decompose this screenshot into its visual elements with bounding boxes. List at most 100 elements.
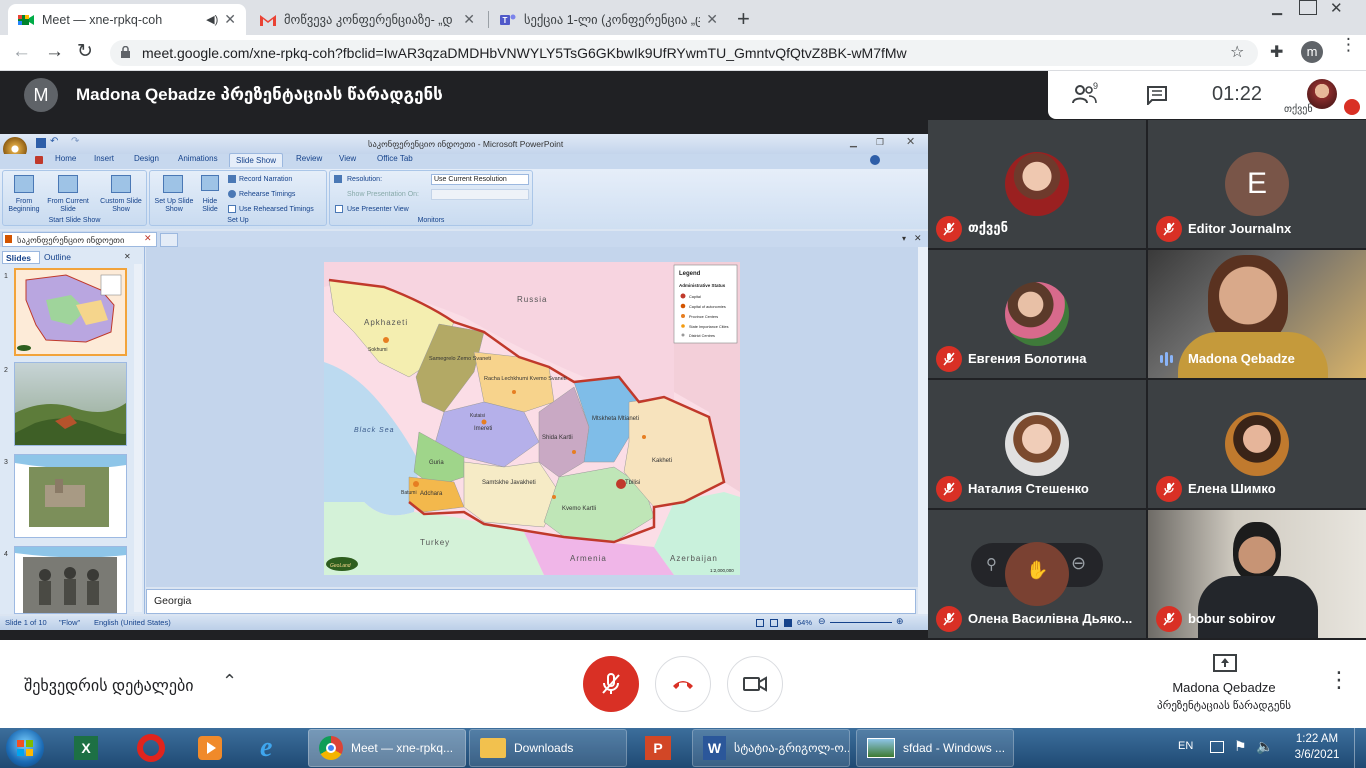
language-indicator[interactable]: EN <box>1178 740 1193 752</box>
close-panel-icon[interactable]: ✕ <box>124 252 131 261</box>
opera-icon[interactable] <box>137 734 165 762</box>
participant-tile[interactable]: თქვენ <box>928 120 1146 248</box>
participant-tile[interactable]: ⚲ ✋ ⊖ Олена Василівна Дьяко... <box>928 510 1146 638</box>
ribbon-tab-office-tab[interactable]: Office Tab <box>377 154 413 163</box>
zoom-slider[interactable] <box>830 622 892 623</box>
notes-pane[interactable]: Georgia <box>146 589 916 614</box>
show-desktop-button[interactable] <box>1354 728 1366 768</box>
participant-tile[interactable]: Елена Шимко <box>1148 380 1366 508</box>
leave-call-button[interactable] <box>655 656 711 712</box>
ppt-close-icon[interactable]: ✕ <box>906 135 915 148</box>
more-options-icon[interactable]: ⋮ <box>1328 669 1350 691</box>
slide-thumbnail-2[interactable] <box>14 362 127 446</box>
profile-avatar[interactable]: m <box>1301 41 1323 63</box>
ribbon-tab-view[interactable]: View <box>339 154 356 163</box>
participant-tile[interactable]: Евгения Болотина <box>928 250 1146 378</box>
ribbon-tab-slide-show[interactable]: Slide Show <box>229 153 284 167</box>
slides-scrollbar[interactable] <box>134 264 142 612</box>
redo-icon[interactable]: ↷ <box>71 136 79 147</box>
zoom-out-icon[interactable]: ⊖ <box>818 616 826 627</box>
taskbar-item-word[interactable]: W სტატია-გრიგოლ-ო... <box>692 729 850 767</box>
participant-tile-speaking[interactable]: Madona Qebadze <box>1148 250 1366 378</box>
chevron-up-icon[interactable]: ⌃ <box>222 671 237 692</box>
ppt-restore-icon[interactable]: ❐ <box>876 137 884 148</box>
hide-slide-button[interactable]: Hide Slide <box>196 198 224 214</box>
record-narration-button[interactable]: Record Narration <box>239 176 292 184</box>
presenting-name[interactable]: Madona Qebadze <box>1150 680 1298 695</box>
zoom-in-icon[interactable]: ⊕ <box>896 616 904 627</box>
from-beginning-button[interactable]: From Beginning <box>3 198 45 214</box>
participant-tile[interactable]: Наталия Стешенко <box>928 380 1146 508</box>
reload-icon[interactable]: ↻ <box>77 40 93 63</box>
participant-tile[interactable]: bobur sobirov <box>1148 510 1366 638</box>
extensions-icon[interactable]: ✚ <box>1270 42 1283 62</box>
slide-thumbnail-1[interactable] <box>14 268 127 356</box>
slide-thumbnail-3[interactable] <box>14 454 127 538</box>
taskbar-item-downloads[interactable]: Downloads <box>469 729 627 767</box>
camera-toggle-button[interactable] <box>727 656 783 712</box>
ribbon-tab-home[interactable]: Home <box>55 154 76 163</box>
close-window-icon[interactable]: ✕ <box>1330 0 1343 17</box>
internet-explorer-icon[interactable]: e <box>260 732 272 764</box>
taskbar-time[interactable]: 1:22 AM <box>1290 733 1344 745</box>
tab-close-icon[interactable]: ✕ <box>463 11 475 28</box>
ppt-minimize-icon[interactable]: ▁ <box>850 137 857 148</box>
powerpoint-icon[interactable]: P <box>645 736 671 760</box>
back-icon[interactable]: ← <box>12 41 31 63</box>
tab-gmail[interactable]: მოწვევა კონფერენციაზე- „დ ✕ <box>250 4 485 35</box>
tab-teams[interactable]: T სექცია 1-ლი (კონფერენცია „ც ✕ <box>490 4 728 35</box>
slideshow-view-icon[interactable] <box>784 619 792 627</box>
taskbar-date[interactable]: 3/6/2021 <box>1288 749 1346 761</box>
from-current-slide-button[interactable]: From Current Slide <box>45 198 91 214</box>
use-rehearsed-checkbox[interactable] <box>228 205 236 213</box>
save-icon[interactable] <box>36 138 46 148</box>
ribbon-tab-review[interactable]: Review <box>296 154 322 163</box>
tab-meet[interactable]: Meet — xne-rpkq-coh ◀) ✕ <box>8 4 246 35</box>
slide-thumbnail-4[interactable] <box>14 546 127 614</box>
chat-icon[interactable] <box>1146 85 1168 105</box>
rehearse-timings-button[interactable]: Rehearse Timings <box>239 191 295 199</box>
monitor-select[interactable] <box>431 189 529 200</box>
volume-icon[interactable]: 🔈 <box>1256 738 1273 755</box>
undo-icon[interactable]: ↶ <box>50 136 58 147</box>
start-button[interactable] <box>6 729 44 767</box>
address-bar[interactable]: meet.google.com/xne-rpkq-coh?fbclid=IwAR… <box>110 40 1258 66</box>
ribbon-tab-animations[interactable]: Animations <box>178 154 218 163</box>
meeting-details-button[interactable]: შეხვედრის დეტალები <box>24 676 194 696</box>
action-center-flag-icon[interactable]: ⚑ <box>1234 738 1247 755</box>
present-screen-icon[interactable] <box>1213 654 1237 672</box>
slide-vertical-scrollbar[interactable] <box>918 247 928 614</box>
tab-close-icon[interactable]: ✕ <box>706 11 718 28</box>
taskbar-item-chrome[interactable]: Meet — xne-rpkq... <box>308 729 466 767</box>
network-icon[interactable] <box>1210 741 1224 753</box>
forward-icon[interactable]: → <box>45 41 64 63</box>
bookmark-star-icon[interactable]: ☆ <box>1230 42 1244 62</box>
document-tab-close-icon[interactable]: ✕ <box>144 233 152 244</box>
media-player-icon[interactable] <box>198 736 222 760</box>
ribbon-tab-design[interactable]: Design <box>134 154 159 163</box>
participant-tile[interactable]: E Editor Journalnx <box>1148 120 1366 248</box>
remove-participant-icon[interactable]: ⊖ <box>1071 553 1086 574</box>
ppt-help-icon[interactable] <box>870 155 880 165</box>
minimize-icon[interactable]: ▁ <box>1272 0 1282 16</box>
ribbon-tab-insert[interactable]: Insert <box>94 154 114 163</box>
presenter-view-checkbox[interactable] <box>335 205 343 213</box>
tab-close-all-icon[interactable]: ✕ <box>914 233 922 244</box>
custom-slide-show-button[interactable]: Custom Slide Show <box>97 198 145 214</box>
sorter-view-icon[interactable] <box>770 619 778 627</box>
set-up-slide-show-button[interactable]: Set Up Slide Show <box>154 198 194 214</box>
tab-dropdown-icon[interactable]: ▾ <box>902 234 906 243</box>
pin-icon[interactable]: ⚲ <box>986 555 997 573</box>
taskbar-item-photo-viewer[interactable]: sfdad - Windows ... <box>856 729 1014 767</box>
new-tab-icon[interactable]: + <box>737 6 750 32</box>
mute-participant-icon[interactable]: ✋ <box>1026 560 1048 581</box>
normal-view-icon[interactable] <box>756 619 764 627</box>
tab-close-icon[interactable]: ✕ <box>224 11 236 28</box>
excel-icon[interactable]: X <box>74 736 98 760</box>
lock-icon[interactable] <box>120 46 131 59</box>
restore-icon[interactable] <box>1299 0 1317 15</box>
resolution-select[interactable]: Use Current Resolution <box>431 174 529 185</box>
slides-tab[interactable]: Slides <box>2 251 40 264</box>
mic-toggle-button[interactable] <box>583 656 639 712</box>
document-tab[interactable]: საკონფერენციო ინდოეთი <box>2 232 157 247</box>
